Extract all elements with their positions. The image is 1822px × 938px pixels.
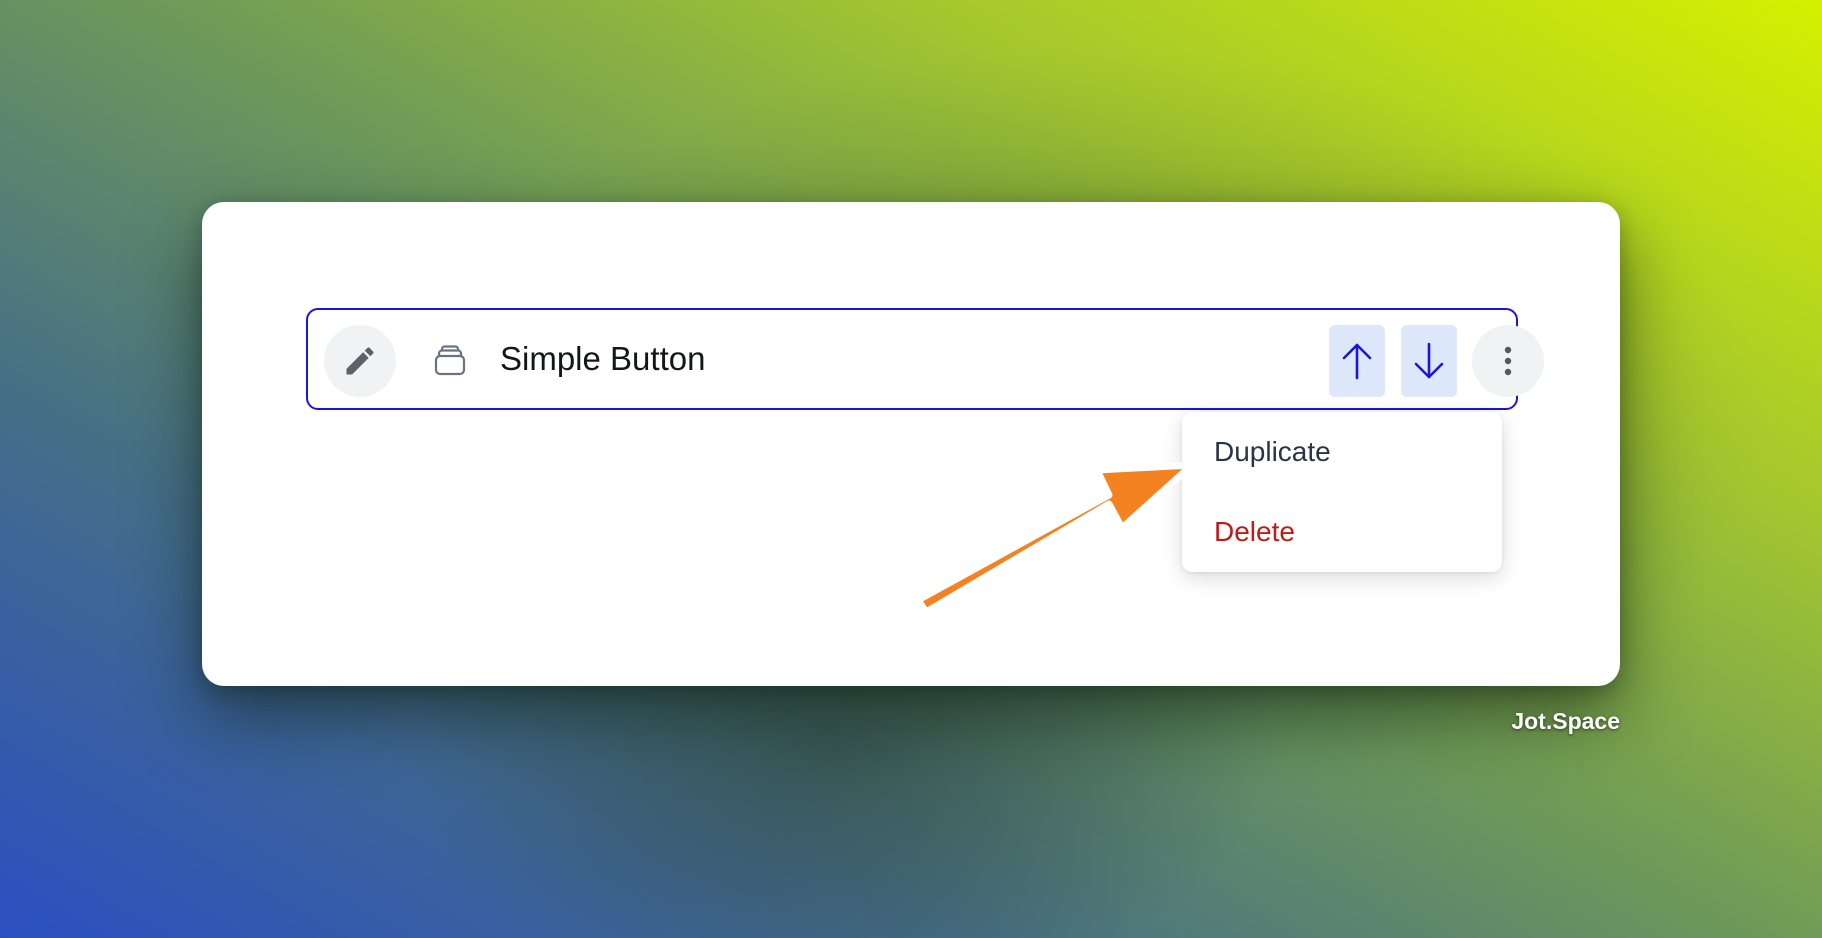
component-row[interactable]: Simple Button [306,308,1544,410]
arrow-down-icon [1414,342,1444,379]
callout-arrow-icon [914,461,1196,616]
brand-watermark: Jot.Space [1511,708,1620,734]
move-down-button[interactable] [1401,325,1457,397]
menu-item-delete[interactable]: Delete [1214,514,1295,550]
arrow-up-icon [1342,343,1372,380]
component-title: Simple Button [500,340,706,377]
options-menu: Duplicate Delete [1182,412,1502,572]
pencil-icon [346,347,374,375]
stack-icon [432,343,468,379]
more-options-button[interactable] [1472,325,1544,397]
dots-vertical-icon [1504,346,1512,376]
move-up-button[interactable] [1329,325,1385,397]
menu-item-duplicate[interactable]: Duplicate [1214,434,1331,470]
edit-button[interactable] [324,325,396,397]
